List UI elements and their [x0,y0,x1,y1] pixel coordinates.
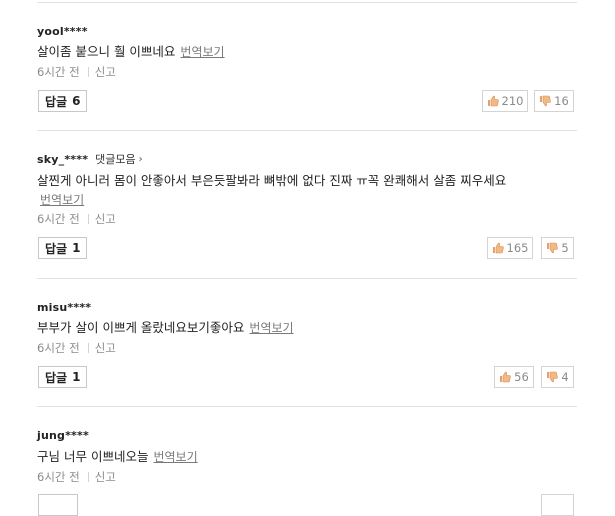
comment-text-block: 부부가 살이 이쁘게 올랐네요보기좋아요 번역보기 [37,318,577,338]
dislike-button[interactable]: 4 [541,366,574,388]
like-button[interactable]: 56 [494,366,534,388]
comment-item: sky_**** 댓글모음 › 살찐게 아니러 몸이 안좋아서 부은듯팔봐라 뼈… [37,130,577,280]
comment-meta: 6시간 전 신고 [37,470,116,484]
reply-button[interactable] [38,494,78,516]
reply-count: 1 [72,370,81,384]
reply-button[interactable]: 답글 1 [38,237,88,259]
dislike-button[interactable] [541,494,574,516]
meta-separator [87,214,89,224]
comment-text-block: 구님 너무 이쁘네오늘 번역보기 [37,447,577,467]
report-link[interactable]: 신고 [95,469,116,485]
comment-time: 6시간 전 [37,212,80,226]
dislike-count: 16 [554,94,569,108]
comment-text-block: 살이좀 붙으니 훨 이쁘네요 번역보기 [37,42,577,62]
comment-time: 6시간 전 [37,341,80,355]
dislike-button[interactable]: 5 [541,237,574,259]
comment-item: misu**** 부부가 살이 이쁘게 올랐네요보기좋아요 번역보기 6시간 전 … [37,278,577,408]
report-link[interactable]: 신고 [95,64,116,80]
comment-meta: 6시간 전 신고 [37,341,116,355]
dislike-button[interactable]: 16 [534,90,574,112]
reply-count: 6 [72,94,81,108]
username-row: yool**** [37,24,88,38]
report-link[interactable]: 신고 [95,211,116,227]
username[interactable]: yool**** [37,25,88,38]
username-row: misu**** [37,300,91,314]
comment-text-block: 살찐게 아니러 몸이 안좋아서 부은듯팔봐라 뼈밖에 없다 진짜 ㅠ꼭 완쾌해서… [37,171,577,210]
translate-link[interactable]: 번역보기 [153,450,197,464]
thumbs-up-icon [487,95,499,107]
like-count: 165 [506,241,529,255]
translate-link[interactable]: 번역보기 [40,193,84,207]
comment-collection-label: 댓글모음 [95,153,136,166]
dislike-count: 4 [561,370,569,384]
like-button[interactable]: 210 [482,90,528,112]
comment-item: yool**** 살이좀 붙으니 훨 이쁘네요 번역보기 6시간 전 신고 답글 … [37,0,577,140]
comment-meta: 6시간 전 신고 [37,65,116,79]
thumbs-down-icon [539,95,551,107]
report-link[interactable]: 신고 [95,340,116,356]
comment-text: 구님 너무 이쁘네오늘 [37,449,149,464]
thumbs-up-icon [499,371,511,383]
meta-separator [87,67,89,77]
username[interactable]: misu**** [37,301,91,314]
translate-link[interactable]: 번역보기 [249,321,293,335]
reply-count: 1 [72,241,81,255]
reply-button[interactable]: 답글 1 [38,366,88,388]
username-row: sky_**** 댓글모음 › [37,151,143,167]
like-button[interactable]: 165 [487,237,533,259]
like-count: 56 [514,370,529,384]
dislike-count: 5 [561,241,569,255]
comment-text: 살이좀 붙으니 훨 이쁘네요 [37,44,176,59]
chevron-right-icon: › [138,153,143,165]
comment-time: 6시간 전 [37,470,80,484]
comment-text: 살찐게 아니러 몸이 안좋아서 부은듯팔봐라 뼈밖에 없다 진짜 ㅠ꼭 완쾌해서… [37,173,507,188]
thumbs-down-icon [546,242,559,254]
reply-label: 답글 [45,241,68,256]
thumbs-up-icon [492,242,504,254]
translate-link[interactable]: 번역보기 [180,45,224,59]
comment-collection-link[interactable]: 댓글모음 › [95,151,142,167]
username[interactable]: jung**** [37,429,89,442]
comment-time: 6시간 전 [37,65,80,79]
thumbs-down-icon [546,371,559,383]
comment-meta: 6시간 전 신고 [37,212,116,226]
meta-separator [87,472,89,482]
username-row: jung**** [37,428,89,442]
comment-item: jung**** 구님 너무 이쁘네오늘 번역보기 6시간 전 신고 [37,406,577,516]
reply-label: 답글 [45,94,68,109]
comment-text: 부부가 살이 이쁘게 올랐네요보기좋아요 [37,320,245,335]
reply-button[interactable]: 답글 6 [38,90,88,112]
meta-separator [87,343,89,353]
like-count: 210 [501,94,524,108]
username[interactable]: sky_**** [37,153,88,166]
reply-label: 답글 [45,370,68,385]
